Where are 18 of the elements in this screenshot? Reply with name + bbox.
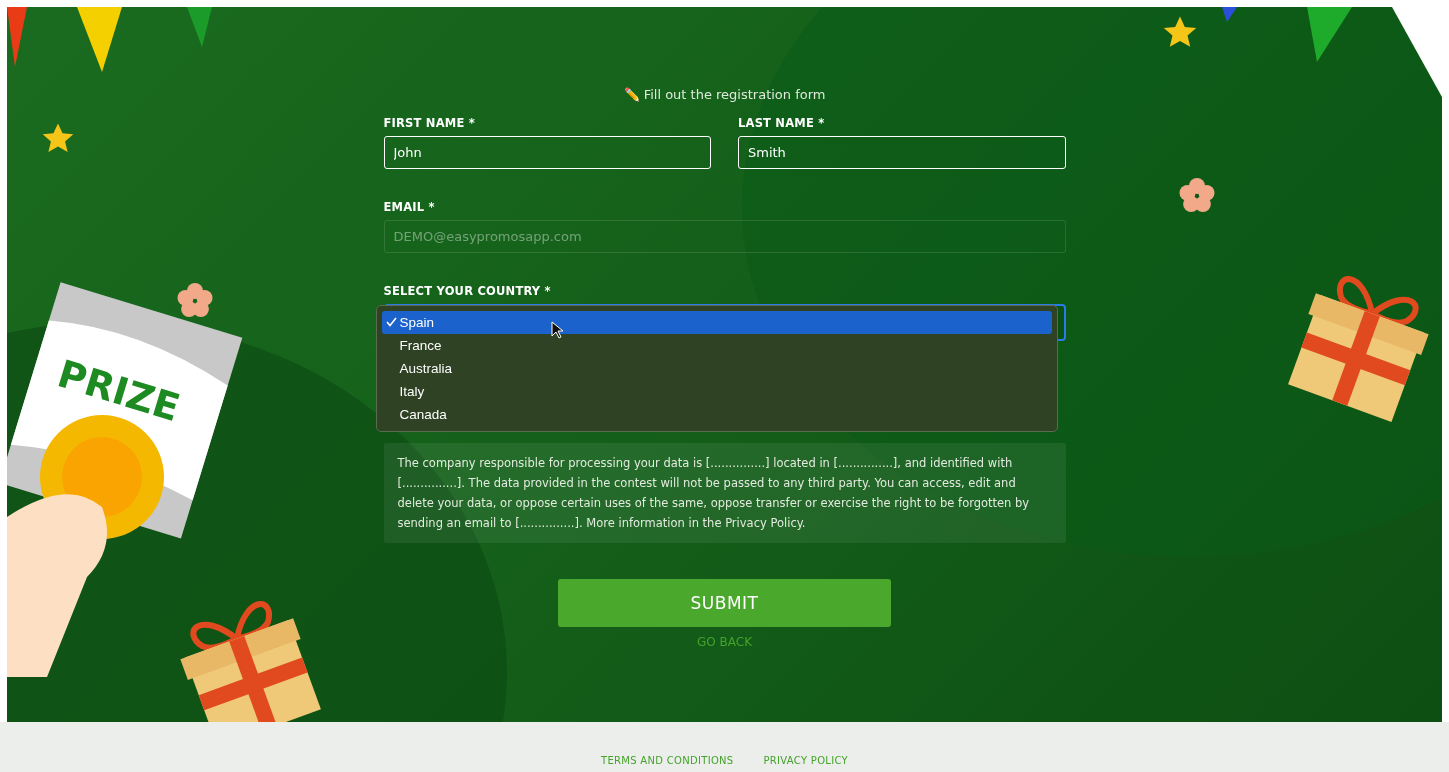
name-input[interactable]: Smith bbox=[738, 136, 1066, 169]
dropdown-option[interactable]: Spain bbox=[381, 311, 1052, 334]
field-label: FIRST NAME * bbox=[383, 116, 475, 130]
dropdown-option[interactable]: Australia bbox=[381, 357, 1052, 380]
field-label: LAST NAME * bbox=[738, 116, 825, 130]
privacy-notice: The company responsible for processing your data is [...............] located in [...............], and identified with [...............]. The data provided in the contest will not be passed to any third party. You can access, edit and delete your data, or oppose certain uses of the same, oppose transfer or exercise the right to be forgotten by sending an email to [...............]. More information in the Privacy Policy. bbox=[383, 443, 1066, 543]
form-heading: ✏ Fill out the registration form bbox=[622, 87, 827, 102]
checkmark-icon bbox=[385, 317, 397, 327]
dropdown-option[interactable]: Italy bbox=[381, 380, 1052, 403]
prize-label: PRIZE bbox=[52, 351, 185, 431]
field-label: SELECT YOUR COUNTRY * bbox=[383, 284, 551, 298]
dropdown-option[interactable]: France bbox=[381, 334, 1052, 357]
cursor-icon bbox=[550, 321, 563, 339]
dropdown-option[interactable]: Canada bbox=[381, 403, 1052, 426]
flower-icon bbox=[175, 282, 215, 320]
flower-icon bbox=[1177, 177, 1217, 215]
field-label: EMAIL * bbox=[383, 200, 435, 214]
name-input[interactable]: John bbox=[383, 136, 711, 169]
